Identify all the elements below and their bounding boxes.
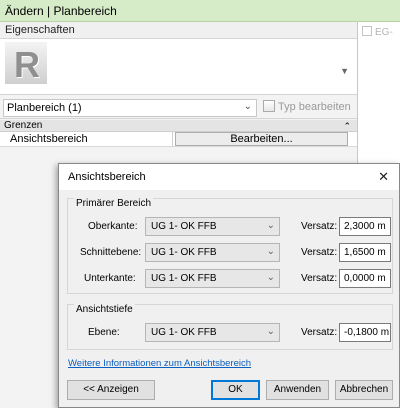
apply-button[interactable]: Anwenden [266, 380, 329, 400]
depth-level-select[interactable]: UG 1- OK FFB ⌄ [145, 323, 280, 342]
group-label: Grenzen [4, 120, 43, 131]
cut-plane-level-value: UG 1- OK FFB [151, 247, 217, 258]
primary-range-legend: Primärer Bereich [74, 198, 154, 209]
type-selector[interactable]: R ▼ [0, 39, 357, 95]
edit-type-label: Typ bearbeiten [278, 101, 351, 113]
top-offset-label: Versatz: [301, 221, 338, 232]
view-tab[interactable]: EG- [362, 26, 393, 38]
more-info-link[interactable]: Weitere Informationen zum Ansichtsbereic… [68, 358, 251, 369]
edit-type-icon [263, 100, 275, 112]
bottom-label: Unterkante: [84, 273, 136, 284]
top-level-select[interactable]: UG 1- OK FFB ⌄ [145, 217, 280, 236]
bottom-offset-input[interactable]: 0,0000 m [339, 269, 391, 288]
view-range-dialog: Ansichtsbereich ✕ Primärer Bereich Oberk… [58, 163, 400, 408]
chevron-down-icon: ⌄ [266, 220, 275, 231]
cut-plane-level-select[interactable]: UG 1- OK FFB ⌄ [145, 243, 280, 262]
depth-level-value: UG 1- OK FFB [151, 327, 217, 338]
top-label: Oberkante: [88, 221, 138, 232]
dialog-title: Ansichtsbereich [68, 171, 146, 183]
chevron-down-icon: ⌄ [243, 101, 252, 112]
edit-type-button[interactable]: Typ bearbeiten [263, 100, 351, 113]
cut-plane-offset-input[interactable]: 1,6500 m [339, 243, 391, 262]
cut-plane-offset-label: Versatz: [301, 247, 338, 258]
revit-logo-icon: R [14, 44, 40, 85]
instance-filter-value: Planbereich (1) [7, 102, 82, 114]
top-row: Oberkante: UG 1- OK FFB ⌄ Versatz: 2,300… [68, 217, 392, 237]
instance-row: Planbereich (1) ⌄ Typ bearbeiten [0, 97, 357, 119]
properties-header: Eigenschaften [0, 22, 357, 39]
window-title: Ändern | Planbereich [5, 4, 117, 18]
chevron-down-icon: ⌄ [266, 326, 275, 337]
cut-plane-row: Schnittebene: UG 1- OK FFB ⌄ Versatz: 1,… [68, 243, 392, 263]
depth-level-label: Ebene: [88, 327, 120, 338]
ok-button[interactable]: OK [211, 380, 260, 400]
cancel-button[interactable]: Abbrechen [335, 380, 393, 400]
type-thumbnail: R [5, 42, 47, 85]
bottom-level-select[interactable]: UG 1- OK FFB ⌄ [145, 269, 280, 288]
collapse-icon[interactable]: ⌃ [343, 120, 351, 132]
chevron-down-icon: ⌄ [266, 246, 275, 257]
view-tab-label: EG- [375, 27, 393, 38]
bottom-row: Unterkante: UG 1- OK FFB ⌄ Versatz: 0,00… [68, 269, 392, 289]
view-depth-legend: Ansichtstiefe [74, 304, 135, 315]
edit-view-range-button[interactable]: Bearbeiten... [175, 132, 348, 146]
top-offset-input[interactable]: 2,3000 m [339, 217, 391, 236]
cut-plane-label: Schnittebene: [80, 247, 142, 258]
view-depth-group: Ansichtstiefe Ebene: UG 1- OK FFB ⌄ Vers… [67, 304, 393, 350]
depth-offset-label: Versatz: [301, 327, 338, 338]
group-header-grenzen[interactable]: Grenzen ⌃ [0, 120, 357, 132]
top-level-value: UG 1- OK FFB [151, 221, 217, 232]
dialog-titlebar: Ansichtsbereich ✕ [59, 164, 399, 190]
depth-offset-input[interactable]: -0,1800 m [339, 323, 391, 342]
properties-grid: Grenzen ⌃ Ansichtsbereich Bearbeiten... [0, 120, 357, 147]
primary-range-group: Primärer Bereich Oberkante: UG 1- OK FFB… [67, 198, 393, 294]
instance-filter-select[interactable]: Planbereich (1) ⌄ [3, 99, 257, 117]
property-row-ansichtsbereich: Ansichtsbereich Bearbeiten... [0, 132, 357, 147]
chevron-down-icon[interactable]: ▼ [340, 66, 349, 76]
preview-button[interactable]: << Anzeigen [67, 380, 155, 400]
property-name: Ansichtsbereich [10, 133, 88, 145]
window-title-bar: Ändern | Planbereich [0, 0, 400, 22]
column-divider [172, 132, 173, 147]
bottom-offset-label: Versatz: [301, 273, 338, 284]
depth-level-row: Ebene: UG 1- OK FFB ⌄ Versatz: -0,1800 m [68, 323, 392, 343]
bottom-level-value: UG 1- OK FFB [151, 273, 217, 284]
close-icon[interactable]: ✕ [378, 169, 389, 185]
view-icon [362, 26, 372, 36]
chevron-down-icon: ⌄ [266, 272, 275, 283]
